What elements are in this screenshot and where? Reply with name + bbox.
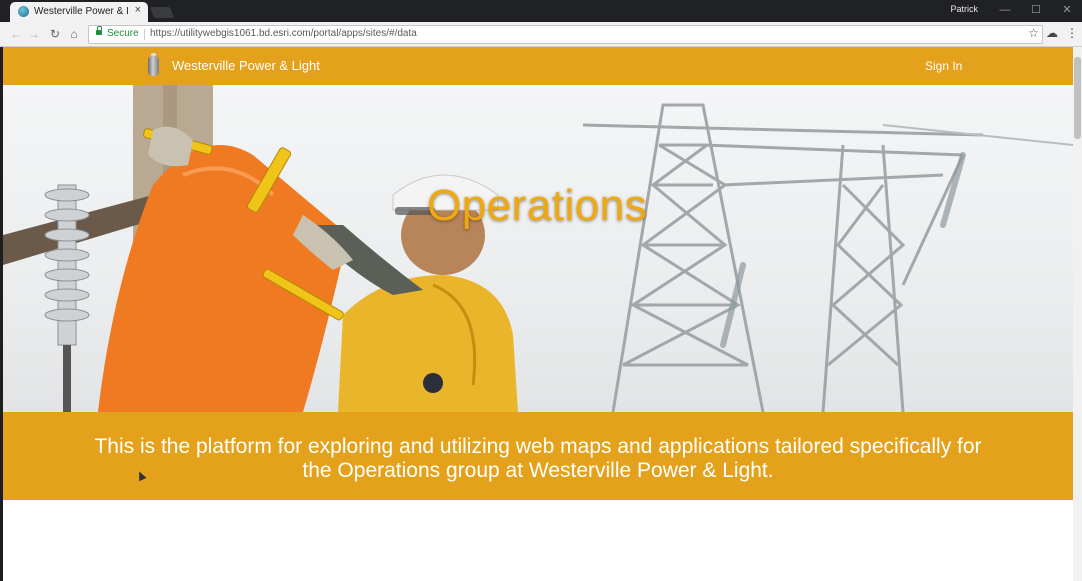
close-window-button[interactable]: ✕ [1052,0,1082,22]
browser-tab[interactable]: Westerville Power & Light × [10,2,148,22]
address-bar[interactable]: Secure https://utilitywebgis1061.bd.esri… [88,25,1043,44]
scrollbar-thumb[interactable] [1074,57,1081,139]
banner-text: This is the platform for exploring and u… [94,435,982,482]
minimize-button[interactable]: — [990,0,1020,22]
home-icon[interactable]: ⌂ [66,26,82,42]
bookmark-star-icon[interactable]: ☆ [1028,26,1039,40]
lineworker-photo [3,85,1073,412]
insulator-logo-icon[interactable] [147,53,160,77]
divider [144,29,145,40]
url-text[interactable]: https://utilitywebgis1061.bd.esri.com/po… [150,28,417,39]
maximize-button[interactable]: ☐ [1021,0,1051,22]
extension-cloud-icon[interactable]: ☁ [1046,26,1058,40]
sign-in-link[interactable]: Sign In [925,59,962,73]
page-scrollbar[interactable] [1073,47,1082,581]
site-title[interactable]: Westerville Power & Light [172,58,320,73]
menu-kebab-icon[interactable]: ⋮ [1066,26,1078,40]
hero-image: Operations [3,85,1073,412]
browser-toolbar: ← → ↻ ⌂ Secure https://utilitywebgis1061… [0,22,1082,47]
profile-name[interactable]: Patrick [950,4,978,14]
title-bar: Westerville Power & Light × Patrick — ☐ … [0,0,1082,22]
tab-title: Westerville Power & Light [34,6,128,17]
tab-close-icon[interactable]: × [135,4,141,16]
secure-label: Secure [107,28,139,39]
reload-icon[interactable]: ↻ [47,26,63,42]
globe-favicon-icon [18,6,29,17]
page-content: Westerville Power & Light Sign In Operat… [3,47,1073,581]
description-banner: This is the platform for exploring and u… [3,412,1073,500]
hero-title: Operations [427,181,648,230]
new-tab-button[interactable] [149,7,175,18]
back-arrow-icon[interactable]: ← [8,26,24,42]
site-header: Westerville Power & Light Sign In [3,47,1073,85]
lock-icon [96,26,102,35]
forward-arrow-icon[interactable]: → [26,26,42,42]
